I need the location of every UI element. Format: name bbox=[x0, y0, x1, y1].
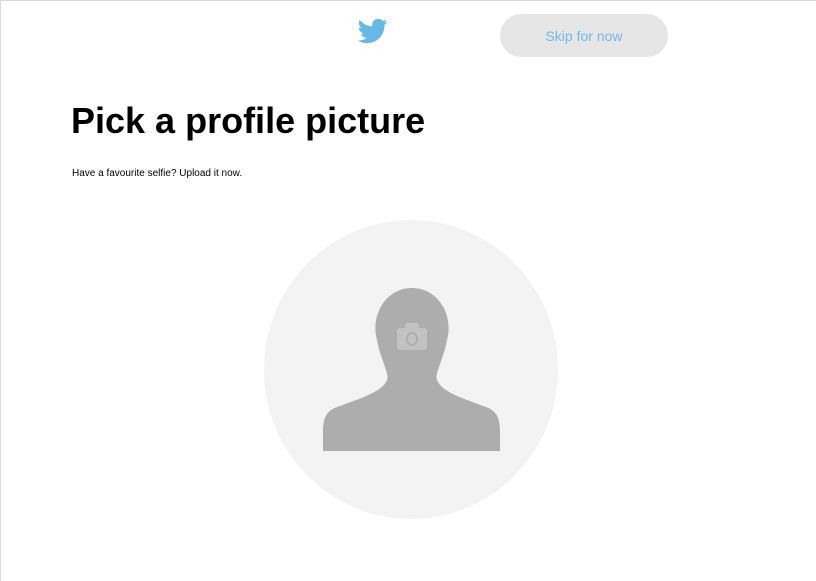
skip-for-now-button[interactable]: Skip for now bbox=[500, 14, 668, 57]
profile-picture-upload[interactable] bbox=[264, 220, 558, 519]
page-title: Pick a profile picture bbox=[71, 100, 426, 141]
avatar-placeholder bbox=[264, 220, 558, 519]
twitter-bird-icon bbox=[357, 16, 388, 46]
page-subtitle: Have a favourite selfie? Upload it now. bbox=[72, 168, 243, 179]
